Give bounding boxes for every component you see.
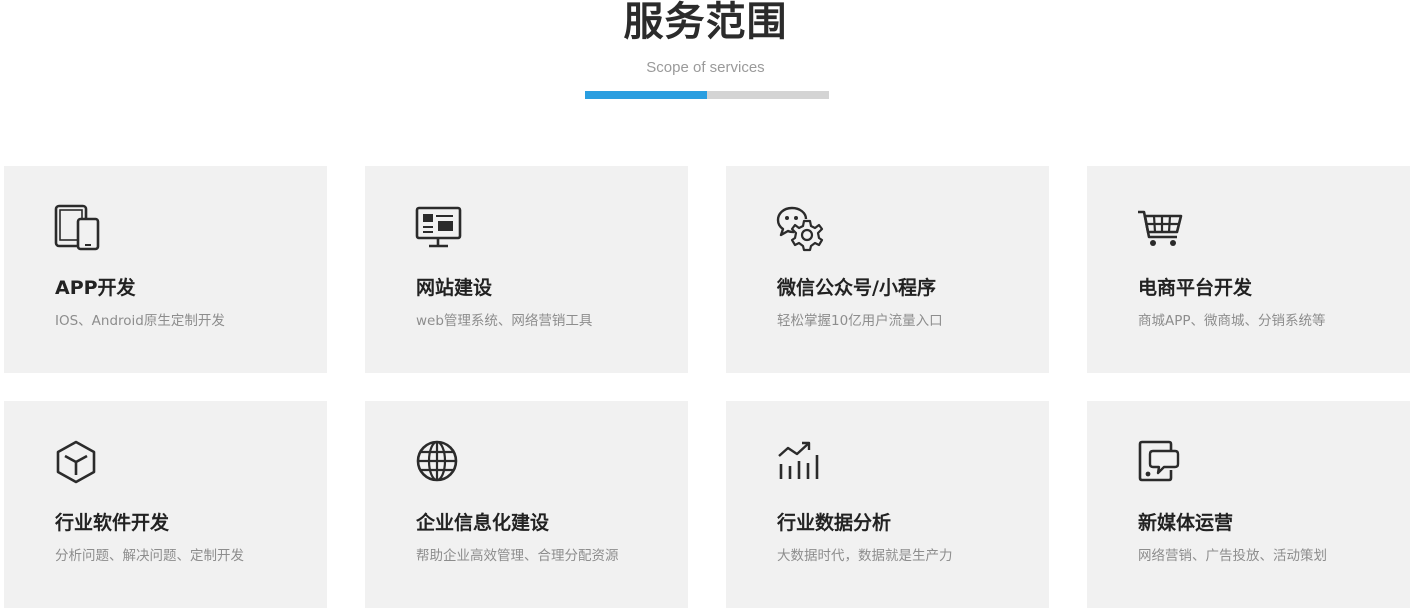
cube-icon — [54, 439, 102, 487]
service-card-enterprise[interactable]: 企业信息化建设 帮助企业高效管理、合理分配资源 — [365, 401, 688, 608]
chart-icon — [776, 439, 824, 487]
service-title: 企业信息化建设 — [416, 512, 550, 534]
service-title: 网站建设 — [416, 277, 493, 299]
page-subtitle: Scope of services — [646, 59, 765, 76]
devices-icon — [54, 204, 102, 252]
service-desc: 分析问题、解决问题、定制开发 — [55, 548, 244, 564]
service-title: 行业数据分析 — [777, 512, 892, 534]
service-title: APP开发 — [55, 277, 136, 299]
service-card-ecommerce[interactable]: 电商平台开发 商城APP、微商城、分销系统等 — [1087, 166, 1410, 373]
service-title: 电商平台开发 — [1138, 277, 1253, 299]
media-icon — [1137, 439, 1185, 487]
service-card-app[interactable]: APP开发 IOS、Android原生定制开发 — [4, 166, 327, 373]
monitor-icon — [415, 204, 463, 252]
service-card-website[interactable]: 网站建设 web管理系统、网络营销工具 — [365, 166, 688, 373]
title-underline-bar — [585, 91, 829, 99]
shopping-cart-icon — [1137, 204, 1185, 252]
service-title: 微信公众号/小程序 — [777, 277, 936, 299]
wechat-icon — [776, 204, 824, 252]
service-desc: 帮助企业高效管理、合理分配资源 — [416, 548, 619, 564]
service-desc: IOS、Android原生定制开发 — [55, 313, 225, 329]
service-desc: web管理系统、网络营销工具 — [416, 313, 593, 329]
service-card-software[interactable]: 行业软件开发 分析问题、解决问题、定制开发 — [4, 401, 327, 608]
title-underline-accent — [585, 91, 707, 99]
service-desc: 大数据时代，数据就是生产力 — [777, 548, 953, 564]
service-title: 新媒体运营 — [1138, 512, 1234, 534]
service-desc: 轻松掌握10亿用户流量入口 — [777, 313, 943, 329]
service-card-media[interactable]: 新媒体运营 网络营销、广告投放、活动策划 — [1087, 401, 1410, 608]
service-desc: 商城APP、微商城、分销系统等 — [1138, 313, 1326, 329]
service-desc: 网络营销、广告投放、活动策划 — [1138, 548, 1327, 564]
service-title: 行业软件开发 — [55, 512, 170, 534]
globe-icon — [415, 439, 463, 487]
service-card-wechat[interactable]: 微信公众号/小程序 轻松掌握10亿用户流量入口 — [726, 166, 1049, 373]
page-title: 服务范围 — [623, 0, 788, 45]
service-card-data[interactable]: 行业数据分析 大数据时代，数据就是生产力 — [726, 401, 1049, 608]
